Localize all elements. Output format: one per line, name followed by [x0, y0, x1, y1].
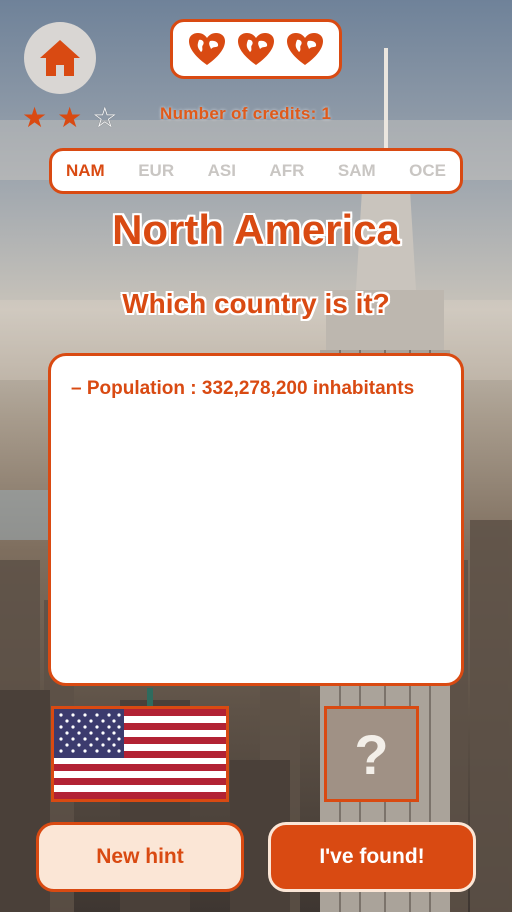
tab-afr[interactable]: AFR [269, 161, 304, 181]
region-title: North America [112, 206, 400, 253]
new-hint-button[interactable]: New hint [36, 822, 244, 892]
us-flag-icon [54, 709, 226, 799]
heart-globe-icon [189, 33, 226, 65]
game-screen: ★ ★ ☆ Number of credits: 1 NAM EUR ASI A… [0, 0, 512, 912]
tab-sam[interactable]: SAM [338, 161, 376, 181]
hint-item: – Population : 332,278,200 inhabitants [71, 378, 415, 399]
tab-nam[interactable]: NAM [66, 161, 105, 181]
star-empty-icon: ☆ [92, 101, 118, 134]
star-filled-icon: ★ [57, 101, 83, 134]
mystery-card[interactable]: ? [324, 706, 419, 802]
tab-asi[interactable]: ASI [208, 161, 236, 181]
continent-tabs: NAM EUR ASI AFR SAM OCE [49, 148, 463, 194]
home-button[interactable] [24, 22, 96, 94]
flag-card[interactable] [51, 706, 229, 802]
lives-panel [170, 19, 342, 79]
heart-globe-icon [237, 33, 274, 65]
tab-oce[interactable]: OCE [409, 161, 446, 181]
home-icon [40, 40, 80, 76]
hints-panel: – Population : 332,278,200 inhabitants [48, 353, 464, 686]
found-button[interactable]: I've found! [268, 822, 476, 892]
question-text: Which country is it? [122, 288, 390, 319]
credits-counter: Number of credits: 1 [160, 104, 332, 123]
star-rating: ★ ★ ☆ [22, 102, 138, 134]
star-filled-icon: ★ [22, 101, 48, 134]
question-mark-icon: ? [354, 722, 389, 786]
heart-globe-icon [286, 33, 323, 65]
tab-eur[interactable]: EUR [138, 161, 174, 181]
